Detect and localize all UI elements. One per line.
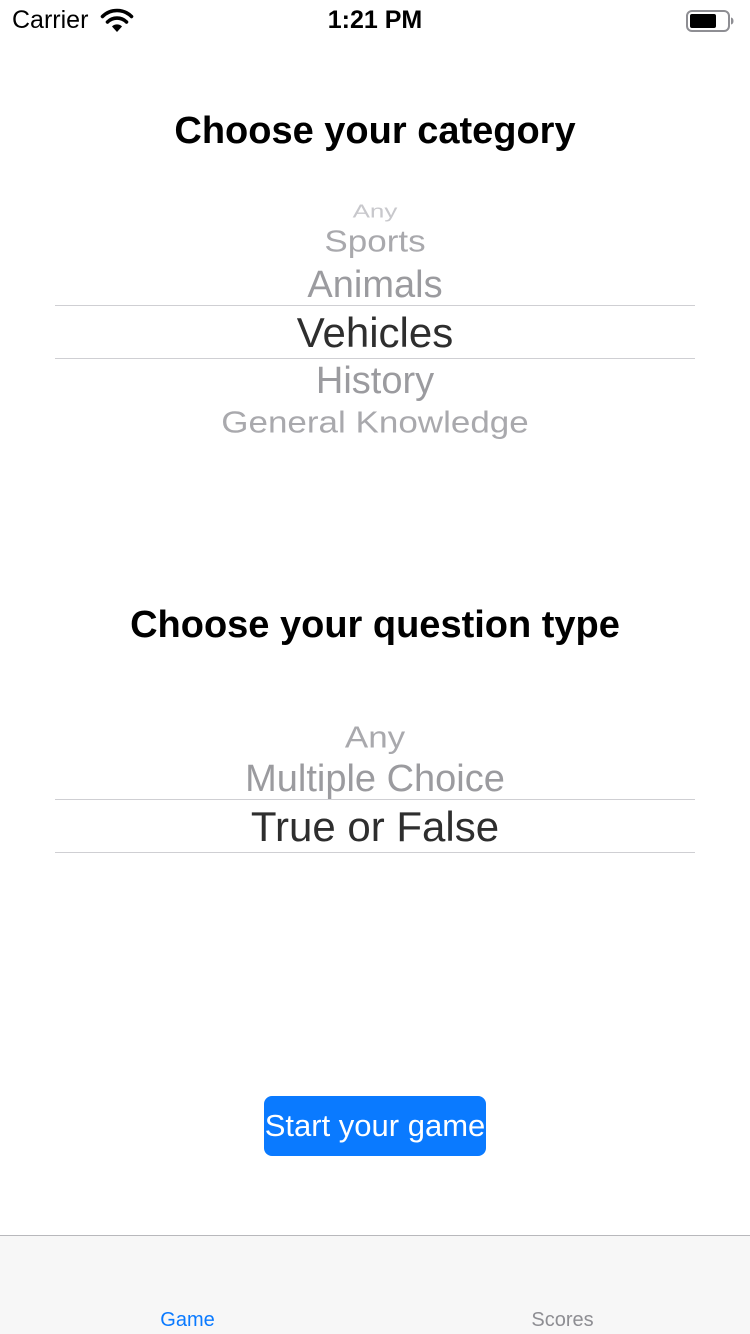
status-bar: Carrier 1:21 PM: [0, 0, 750, 40]
screen: Carrier 1:21 PM Choose your category Any…: [0, 0, 750, 1334]
category-picker[interactable]: Any Sports Animals Vehicles History Gene…: [55, 190, 695, 450]
picker-option[interactable]: Any: [55, 722, 695, 753]
picker-option[interactable]: Animals: [55, 266, 695, 304]
picker-option[interactable]: General Knowledge: [55, 407, 695, 438]
tab-game-label: Game: [160, 1309, 215, 1331]
question-type-picker[interactable]: Any Multiple Choice True or False: [55, 690, 695, 890]
picker-option[interactable]: History: [55, 362, 695, 400]
tab-game[interactable]: Game: [0, 1236, 375, 1334]
category-heading: Choose your category: [174, 110, 576, 152]
start-game-button[interactable]: Start your game: [264, 1096, 486, 1156]
tab-scores-label: Scores: [531, 1309, 594, 1331]
picker-option[interactable]: Sports: [55, 226, 695, 257]
picker-option[interactable]: Any: [55, 202, 695, 221]
picker-option-selected[interactable]: Vehicles: [55, 312, 695, 354]
clock: 1:21 PM: [327, 6, 423, 34]
picker-option-selected[interactable]: True or False: [55, 806, 695, 848]
battery-icon: [686, 10, 734, 32]
tab-bar: Game Scores: [0, 1235, 750, 1334]
question-type-heading: Choose your question type: [130, 604, 620, 646]
picker-option[interactable]: Multiple Choice: [55, 760, 695, 798]
tab-scores[interactable]: Scores: [375, 1236, 750, 1334]
